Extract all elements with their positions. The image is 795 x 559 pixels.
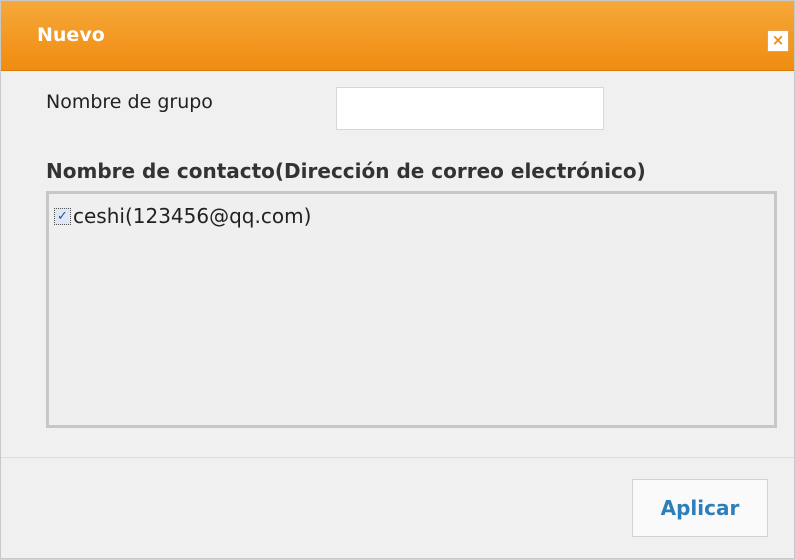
contact-email-label: ceshi(123456@qq.com) [73, 204, 312, 228]
new-group-dialog: Nuevo × Nombre de grupo Nombre de contac… [0, 0, 795, 559]
apply-button[interactable]: Aplicar [632, 479, 768, 537]
close-icon: × [771, 31, 785, 49]
footer-divider [1, 457, 794, 458]
dialog-title-bar: Nuevo × [1, 1, 794, 71]
group-name-input[interactable] [336, 87, 604, 130]
contact-list[interactable]: ✓ ceshi(123456@qq.com) [46, 191, 777, 428]
contact-list-label: Nombre de contacto(Dirección de correo e… [46, 159, 646, 183]
dialog-title: Nuevo [37, 24, 105, 46]
contact-item[interactable]: ✓ ceshi(123456@qq.com) [54, 203, 311, 229]
close-button[interactable]: × [767, 30, 789, 52]
checkmark-icon: ✓ [57, 208, 68, 224]
contact-checkbox[interactable]: ✓ [54, 207, 71, 225]
group-name-label: Nombre de grupo [46, 91, 213, 113]
